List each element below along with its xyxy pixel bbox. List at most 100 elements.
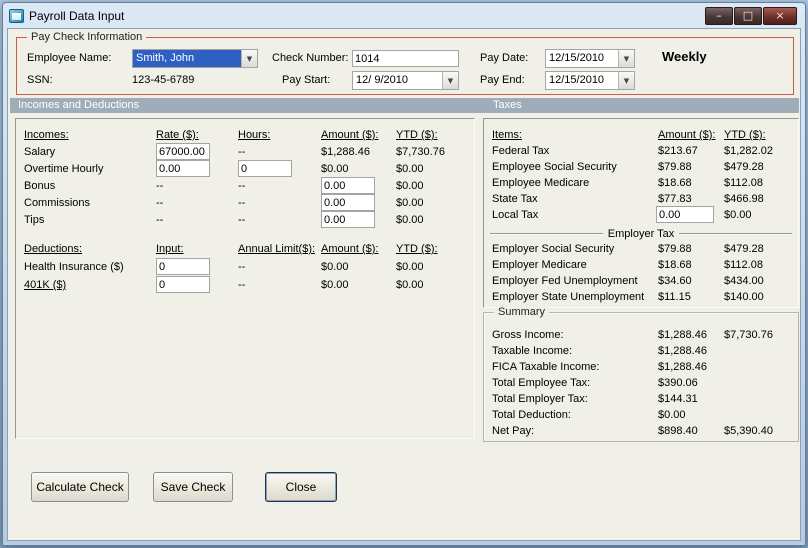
commissions-row: Commissions -- -- $0.00 <box>16 194 474 212</box>
row-label: Bonus <box>24 180 56 192</box>
rate-value: -- <box>156 180 164 192</box>
row-label: Overtime Hourly <box>24 163 104 175</box>
amount-col-header: Amount ($): <box>321 129 379 141</box>
ytd-value: $112.08 <box>724 259 763 271</box>
row-label: Total Deduction: <box>492 409 571 421</box>
local-tax-row: Local Tax $0.00 <box>484 206 798 224</box>
ytd-value: $7,730.76 <box>724 329 773 341</box>
pay-end-label: Pay End: <box>480 74 525 86</box>
close-button[interactable]: × <box>763 6 797 25</box>
federal-tax-row: Federal Tax $213.67 $1,282.02 <box>484 143 798 160</box>
amount-col-header: Amount ($): <box>658 129 716 141</box>
bonus-amount-input[interactable] <box>321 177 375 194</box>
check-number-input[interactable] <box>352 50 459 67</box>
titlebar: Payroll Data Input – □ × <box>3 3 805 28</box>
ytd-col-header: YTD ($): <box>396 243 438 255</box>
hours-value: -- <box>238 214 246 226</box>
hours-value: -- <box>238 180 246 192</box>
row-label: Employer Fed Unemployment <box>492 275 638 287</box>
pay-end-value: 12/15/2010 <box>549 74 605 86</box>
row-label: FICA Taxable Income: <box>492 361 600 373</box>
section-header-band: Incomes and Deductions Taxes <box>10 98 799 113</box>
ytd-value: $5,390.40 <box>724 425 773 437</box>
ytd-value: $0.00 <box>396 214 424 226</box>
net-pay-row: Net Pay: $898.40 $5,390.40 <box>484 423 798 440</box>
ssn-label: SSN: <box>27 74 53 86</box>
chevron-down-icon: ▼ <box>246 54 253 63</box>
hours-col-header: Hours: <box>238 129 271 141</box>
pay-frequency-label: Weekly <box>662 49 707 64</box>
ytd-value: $0.00 <box>724 209 752 221</box>
gross-income-row: Gross Income: $1,288.46 $7,730.76 <box>484 327 798 344</box>
row-label: Tips <box>24 214 45 226</box>
limit-value: -- <box>238 261 246 273</box>
ytd-value: $0.00 <box>396 279 424 291</box>
chevron-down-icon: ▼ <box>447 76 454 85</box>
check-number-label: Check Number: <box>272 52 349 64</box>
close-check-button[interactable]: Close <box>265 472 337 502</box>
amount-value: $1,288.46 <box>658 345 707 357</box>
close-icon: × <box>775 9 785 22</box>
minimize-button[interactable]: – <box>705 6 733 25</box>
deductions-col-header: Deductions: <box>24 243 83 255</box>
row-label: Employer Social Security <box>492 243 615 255</box>
deductions-header-row: Deductions: Input: Annual Limit($): Amou… <box>16 241 474 258</box>
row-label: Local Tax <box>492 209 539 221</box>
row-label: Employee Medicare <box>492 177 590 189</box>
pay-date-picker[interactable]: 12/15/2010 ▼ <box>545 49 635 68</box>
pay-start-dropdown-button[interactable]: ▼ <box>442 72 458 89</box>
total-deduction-row: Total Deduction: $0.00 <box>484 407 798 424</box>
employee-name-dropdown-button[interactable]: ▼ <box>241 50 257 67</box>
amount-value: $0.00 <box>321 279 349 291</box>
save-check-button[interactable]: Save Check <box>153 472 233 502</box>
amount-value: $0.00 <box>658 409 686 421</box>
amount-value: $11.15 <box>658 291 691 303</box>
pay-date-label: Pay Date: <box>480 52 529 64</box>
employee-name-combobox[interactable]: Smith, John ▼ <box>132 49 258 68</box>
taxable-income-row: Taxable Income: $1,288.46 <box>484 343 798 360</box>
overtime-hours-input[interactable] <box>238 160 292 177</box>
minimize-icon: – <box>716 9 722 22</box>
401k-input[interactable] <box>156 276 210 293</box>
tips-row: Tips -- -- $0.00 <box>16 211 474 229</box>
ytd-col-header: YTD ($): <box>724 129 766 141</box>
tips-amount-input[interactable] <box>321 211 375 228</box>
app-icon <box>9 8 24 23</box>
employee-ss-row: Employee Social Security $79.88 $479.28 <box>484 159 798 176</box>
amount-value: $18.68 <box>658 259 692 271</box>
401k-link-label[interactable]: 401K ($) <box>24 277 66 294</box>
rate-value: -- <box>156 214 164 226</box>
amount-value: $1,288.46 <box>658 361 707 373</box>
incomes-deductions-panel: Incomes: Rate ($): Hours: Amount ($): YT… <box>15 118 475 439</box>
total-employee-tax-row: Total Employee Tax: $390.06 <box>484 375 798 392</box>
employer-tax-divider-label: Employer Tax <box>607 227 675 240</box>
calculate-check-button[interactable]: Calculate Check <box>31 472 129 502</box>
ytd-value: $0.00 <box>396 261 424 273</box>
amount-value: $390.06 <box>658 377 698 389</box>
health-insurance-input[interactable] <box>156 258 210 275</box>
employer-medicare-row: Employer Medicare $18.68 $112.08 <box>484 257 798 274</box>
pay-date-dropdown-button[interactable]: ▼ <box>618 50 634 67</box>
pay-start-label: Pay Start: <box>282 74 331 86</box>
bonus-row: Bonus -- -- $0.00 <box>16 177 474 195</box>
employer-ss-row: Employer Social Security $79.88 $479.28 <box>484 241 798 258</box>
employee-name-value: Smith, John <box>133 50 241 67</box>
salary-rate-input[interactable] <box>156 143 210 160</box>
row-label: Salary <box>24 146 56 158</box>
local-tax-input[interactable] <box>656 206 714 223</box>
row-label: Net Pay: <box>492 425 535 437</box>
pay-end-picker[interactable]: 12/15/2010 ▼ <box>545 71 635 90</box>
row-label: Gross Income: <box>492 329 564 341</box>
row-label: Total Employee Tax: <box>492 377 591 389</box>
maximize-icon: □ <box>742 9 754 22</box>
pay-end-dropdown-button[interactable]: ▼ <box>618 72 634 89</box>
amount-value: $0.00 <box>321 163 349 175</box>
overtime-rate-input[interactable] <box>156 160 210 177</box>
maximize-button[interactable]: □ <box>734 6 762 25</box>
row-label: Employer State Unemployment <box>492 291 645 303</box>
incomes-deductions-header: Incomes and Deductions <box>18 99 140 111</box>
pay-start-picker[interactable]: 12/ 9/2010 ▼ <box>352 71 459 90</box>
limit-value: -- <box>238 279 246 291</box>
employer-tax-divider: Employer Tax <box>490 226 792 241</box>
commissions-amount-input[interactable] <box>321 194 375 211</box>
